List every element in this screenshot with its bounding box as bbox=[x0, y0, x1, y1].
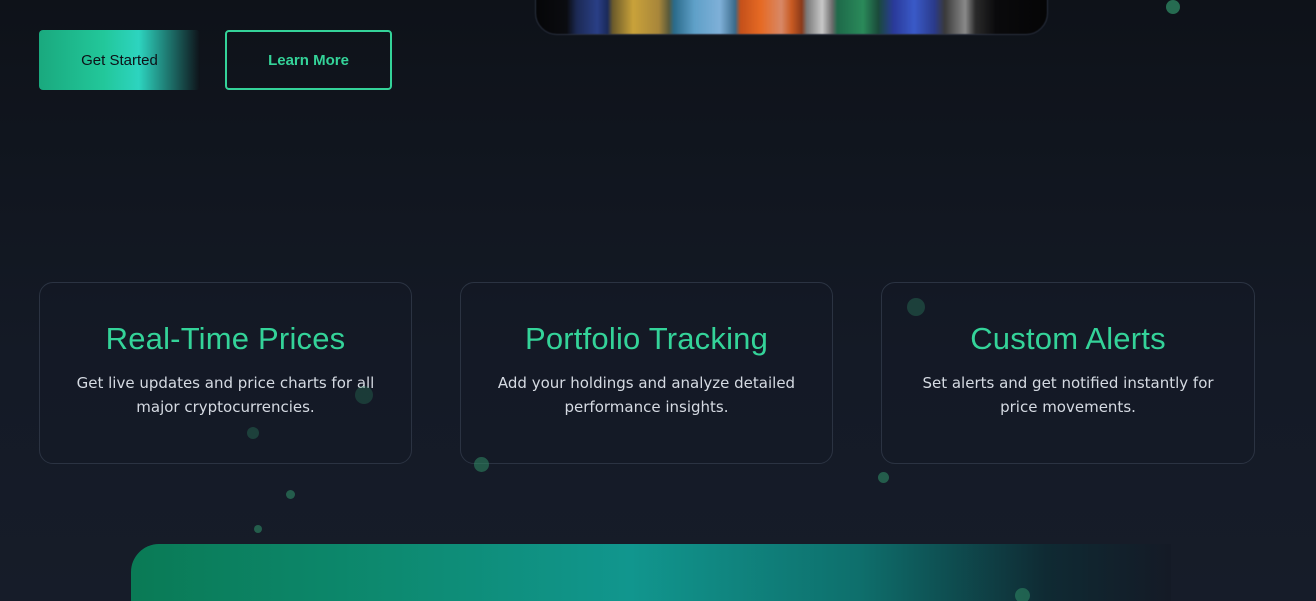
hero-image bbox=[535, 0, 1048, 35]
feature-description: Get live updates and price charts for al… bbox=[76, 374, 375, 416]
feature-title: Custom Alerts bbox=[970, 321, 1166, 356]
feature-card-real-time-prices: Real-Time Prices Get live updates and pr… bbox=[39, 282, 412, 464]
decorative-particle bbox=[907, 298, 925, 316]
decorative-particle bbox=[474, 457, 489, 472]
feature-title: Real-Time Prices bbox=[105, 321, 346, 356]
feature-description: Set alerts and get notified instantly fo… bbox=[922, 374, 1214, 416]
decorative-particle bbox=[286, 490, 295, 499]
decorative-particle bbox=[355, 386, 373, 404]
feature-card-custom-alerts: Custom Alerts Set alerts and get notifie… bbox=[881, 282, 1255, 464]
decorative-particle bbox=[1166, 0, 1180, 14]
decorative-particle bbox=[254, 525, 262, 533]
decorative-particle bbox=[878, 472, 889, 483]
decorative-particle bbox=[247, 427, 259, 439]
decorative-particle bbox=[1015, 588, 1030, 601]
learn-more-button[interactable]: Learn More bbox=[225, 30, 392, 90]
feature-description: Add your holdings and analyze detailed p… bbox=[497, 374, 796, 416]
feature-card-portfolio-tracking: Portfolio Tracking Add your holdings and… bbox=[460, 282, 833, 464]
get-started-button[interactable]: Get Started bbox=[39, 30, 200, 90]
feature-title: Portfolio Tracking bbox=[524, 321, 769, 356]
